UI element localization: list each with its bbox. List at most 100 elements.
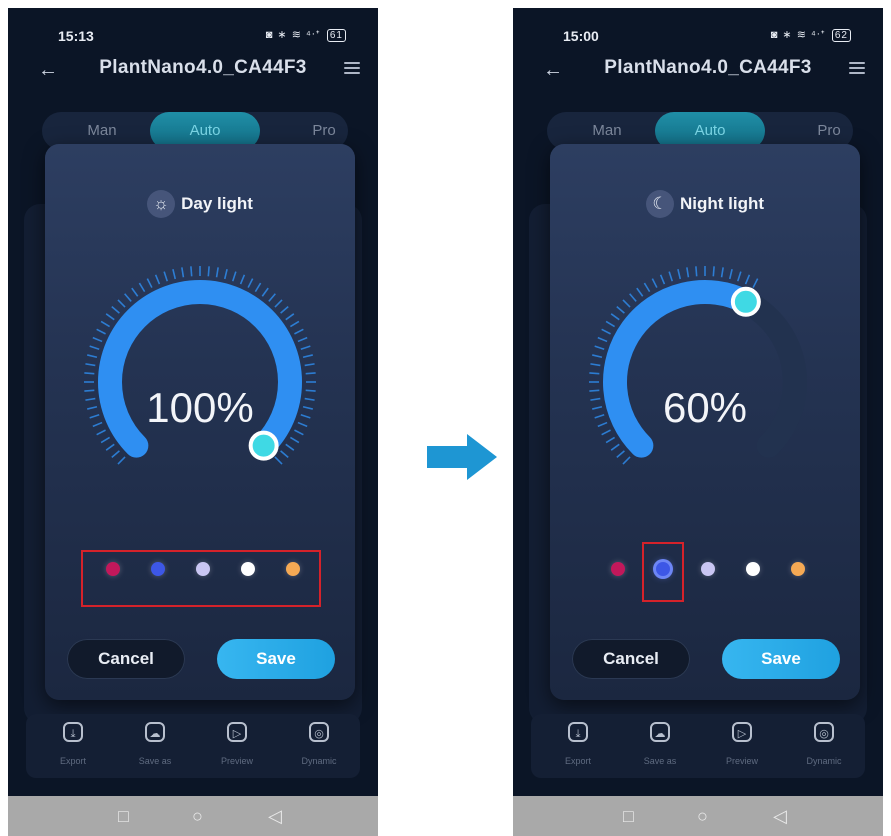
- dial-tick: [215, 267, 219, 278]
- save-button[interactable]: Save: [722, 639, 840, 679]
- dial-tick: [87, 354, 98, 359]
- save-button[interactable]: Save: [217, 639, 335, 679]
- menu-icon[interactable]: [344, 62, 360, 77]
- recents-icon[interactable]: □: [118, 806, 129, 826]
- cancel-button[interactable]: Cancel: [572, 639, 690, 679]
- dial-tick: [261, 287, 269, 297]
- highlight-box: [81, 550, 321, 607]
- dial-tick: [138, 282, 146, 293]
- nav-export[interactable]: ⤓ Export: [38, 722, 108, 766]
- dynamic-icon: ◎: [814, 722, 834, 742]
- dial-tick: [605, 436, 616, 444]
- dial-tick: [274, 456, 283, 465]
- dial-knob[interactable]: [248, 430, 279, 461]
- nav-save-as[interactable]: ☁ Save as: [625, 722, 695, 766]
- dial-tick: [651, 278, 658, 288]
- dial-tick: [105, 313, 115, 321]
- dial-tick: [84, 372, 95, 375]
- dial-tick: [181, 267, 185, 278]
- brightness-percent: 100%: [146, 384, 254, 431]
- dial-tick: [720, 267, 724, 278]
- dial-tick: [659, 274, 666, 285]
- color-dot-lavender[interactable]: [701, 562, 715, 576]
- dial-tick: [163, 271, 169, 282]
- battery-icon: 62: [831, 29, 851, 42]
- dial-tick: [154, 274, 161, 285]
- dial-tick: [300, 345, 311, 351]
- device-title: PlantNano4.0_CA44F3: [99, 57, 307, 78]
- moon-icon: ☾: [645, 190, 674, 218]
- dial-tick: [85, 363, 96, 367]
- dial-tick: [297, 336, 308, 343]
- dial-tick: [643, 282, 651, 293]
- dial-tick: [117, 299, 126, 308]
- dial-tick: [111, 450, 120, 458]
- dial-tick: [92, 336, 103, 343]
- home-icon[interactable]: ○: [192, 806, 203, 826]
- color-dot-white[interactable]: [746, 562, 760, 576]
- dial-tick: [712, 266, 715, 277]
- dial-tick: [223, 269, 228, 280]
- back-icon[interactable]: ◁: [773, 806, 787, 826]
- dial-tick: [280, 306, 289, 314]
- play-icon: ▷: [732, 722, 752, 742]
- dialog-header: ☾ Night light: [550, 190, 860, 222]
- nav-save-as[interactable]: ☁ Save as: [120, 722, 190, 766]
- dial-tick: [207, 266, 210, 277]
- dial-tick: [289, 320, 300, 328]
- dial-tick: [190, 266, 193, 277]
- dial-tick: [605, 320, 616, 328]
- dial-tick: [590, 363, 601, 367]
- nav-label: Dynamic: [806, 756, 842, 766]
- highlight-box: [642, 542, 684, 602]
- dial-graphic: [589, 266, 807, 465]
- dial-tick: [744, 274, 751, 285]
- dial-tick: [239, 274, 246, 285]
- status-time: 15:13: [58, 28, 94, 44]
- light-settings-dialog: ☾ Night light 60% Cancel Save: [550, 144, 860, 700]
- dial-tick: [636, 287, 644, 297]
- dial-tick: [280, 450, 289, 458]
- dial-tick: [622, 299, 631, 308]
- nav-export[interactable]: ⤓ Export: [543, 722, 613, 766]
- cloud-save-icon: ☁: [145, 722, 165, 742]
- nav-label: Export: [564, 756, 591, 766]
- dial-tick: [629, 293, 637, 302]
- brightness-dial[interactable]: 60%: [550, 244, 860, 514]
- nav-preview[interactable]: ▷ Preview: [202, 722, 272, 766]
- dial-tick: [302, 354, 313, 359]
- brightness-dial[interactable]: 100%: [45, 244, 355, 514]
- phone-screen-day: 15:13 ◙ ∗ ≋ ⁴ᐧᐩ 61 ← PlantNano4.0_CA44F3…: [8, 8, 378, 836]
- dial-tick: [289, 436, 300, 444]
- cloud-save-icon: ☁: [650, 722, 670, 742]
- dial-tick: [686, 267, 690, 278]
- back-arrow-icon[interactable]: ←: [543, 58, 567, 82]
- nav-dynamic[interactable]: ◎ Dynamic: [789, 722, 859, 766]
- dial-tick: [96, 328, 106, 335]
- dial-tick: [616, 450, 625, 458]
- menu-icon[interactable]: [849, 62, 865, 77]
- back-arrow-icon[interactable]: ←: [38, 58, 62, 82]
- nav-label: Save as: [138, 756, 172, 766]
- color-dot-orange[interactable]: [791, 562, 805, 576]
- mode-title: Day light: [181, 194, 253, 213]
- dial-tick: [231, 271, 237, 282]
- recents-icon[interactable]: □: [623, 806, 634, 826]
- color-options: [550, 542, 860, 602]
- status-bar: 15:13 ◙ ∗ ≋ ⁴ᐧᐩ 61: [8, 28, 378, 46]
- dial-tick: [597, 336, 608, 343]
- bottom-toolbar: ⤓ Export ☁ Save as ▷ Preview ◎ Dynamic: [531, 714, 865, 778]
- dial-tick: [274, 299, 283, 308]
- dial-tick: [610, 313, 620, 321]
- cancel-button[interactable]: Cancel: [67, 639, 185, 679]
- dial-tick: [294, 328, 304, 335]
- back-icon[interactable]: ◁: [268, 806, 282, 826]
- home-icon[interactable]: ○: [697, 806, 708, 826]
- nav-preview[interactable]: ▷ Preview: [707, 722, 777, 766]
- color-dot-magenta[interactable]: [611, 562, 625, 576]
- dial-tick: [100, 320, 111, 328]
- dial-tick: [100, 436, 111, 444]
- nav-dynamic[interactable]: ◎ Dynamic: [284, 722, 354, 766]
- dial-knob[interactable]: [730, 286, 761, 317]
- dial-tick: [124, 293, 132, 302]
